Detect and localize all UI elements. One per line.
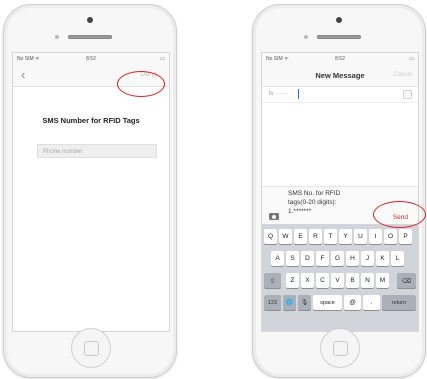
screen-right: No SIM ᯤ 8:52 ▭ New Message Cancel To: ·…	[261, 52, 419, 332]
text-cursor	[298, 89, 299, 99]
globe-icon[interactable]: 🌐	[283, 295, 296, 310]
highlight-send-circle	[373, 201, 426, 228]
cancel-button[interactable]: Cancel	[393, 72, 412, 78]
space-key[interactable]: space	[313, 295, 342, 310]
home-square-icon	[83, 340, 99, 356]
return-key[interactable]: return	[382, 295, 416, 310]
key-z[interactable]: Z	[286, 273, 299, 288]
shift-key[interactable]: ⇧	[264, 273, 281, 288]
key-x[interactable]: X	[301, 273, 314, 288]
delete-key[interactable]: ⌫	[397, 273, 416, 288]
keyboard: Q W E R T Y U I O P A S D F G H J K L ⇧ …	[262, 224, 418, 331]
key-n[interactable]: N	[361, 273, 374, 288]
status-time: 8:52	[335, 55, 345, 62]
key-k[interactable]: K	[376, 251, 389, 266]
status-bar: No SIM ᯤ 8:52 ▭	[13, 53, 169, 64]
sensor-dot	[304, 35, 308, 39]
status-time: 8:52	[86, 55, 96, 62]
key-p[interactable]: P	[399, 229, 412, 244]
key-f[interactable]: F	[316, 251, 329, 266]
message-line-2: tags(0-20 digits):	[288, 199, 337, 206]
to-field[interactable]: To: ·······	[262, 86, 418, 103]
key-u[interactable]: U	[354, 229, 367, 244]
key-l[interactable]: L	[391, 251, 404, 266]
key-t[interactable]: T	[324, 229, 337, 244]
message-line-1: SMS No. for RFID	[288, 190, 341, 197]
to-label: To: ·······	[268, 91, 288, 97]
camera-icon[interactable]	[269, 213, 279, 220]
key-w[interactable]: W	[279, 229, 292, 244]
key-s[interactable]: S	[286, 251, 299, 266]
key-q[interactable]: Q	[264, 229, 277, 244]
earpiece-speaker	[68, 35, 112, 39]
key-a[interactable]: A	[271, 251, 284, 266]
at-key[interactable]: @	[344, 295, 361, 310]
key-b[interactable]: B	[346, 273, 359, 288]
back-button[interactable]: ‹	[21, 67, 25, 82]
home-button[interactable]	[320, 328, 360, 368]
key-v[interactable]: V	[331, 273, 344, 288]
home-button[interactable]	[71, 328, 111, 368]
camera-dot	[336, 17, 342, 23]
highlight-done-circle	[117, 71, 165, 97]
phone-right: No SIM ᯤ 8:52 ▭ New Message Cancel To: ·…	[252, 4, 426, 378]
message-line-3: 1.*******	[288, 208, 312, 215]
earpiece-speaker	[317, 35, 361, 39]
sensor-dot	[55, 35, 59, 39]
phone-number-input[interactable]: Phone number	[37, 144, 157, 158]
key-j[interactable]: J	[361, 251, 374, 266]
microphone-icon[interactable]: 🎙	[298, 295, 311, 310]
key-e[interactable]: E	[294, 229, 307, 244]
key-y[interactable]: Y	[339, 229, 352, 244]
key-r[interactable]: R	[309, 229, 322, 244]
key-h[interactable]: H	[346, 251, 359, 266]
add-contact-icon[interactable]	[403, 90, 412, 99]
key-g[interactable]: G	[331, 251, 344, 266]
key-i[interactable]: I	[369, 229, 382, 244]
page-title: SMS Number for RFID Tags	[42, 116, 140, 125]
key-o[interactable]: O	[384, 229, 397, 244]
home-square-icon	[332, 340, 348, 356]
key-d[interactable]: D	[301, 251, 314, 266]
status-bar: No SIM ᯤ 8:52 ▭	[262, 53, 418, 64]
phone-left: No SIM ᯤ 8:52 ▭ ‹ Done SMS Number for RF…	[3, 4, 177, 378]
key-m[interactable]: M	[376, 273, 389, 288]
camera-dot	[87, 17, 93, 23]
key-c[interactable]: C	[316, 273, 329, 288]
dot-key[interactable]: .	[363, 295, 380, 310]
nav-bar: New Message Cancel	[262, 64, 418, 87]
numbers-key[interactable]: 123	[264, 295, 281, 310]
